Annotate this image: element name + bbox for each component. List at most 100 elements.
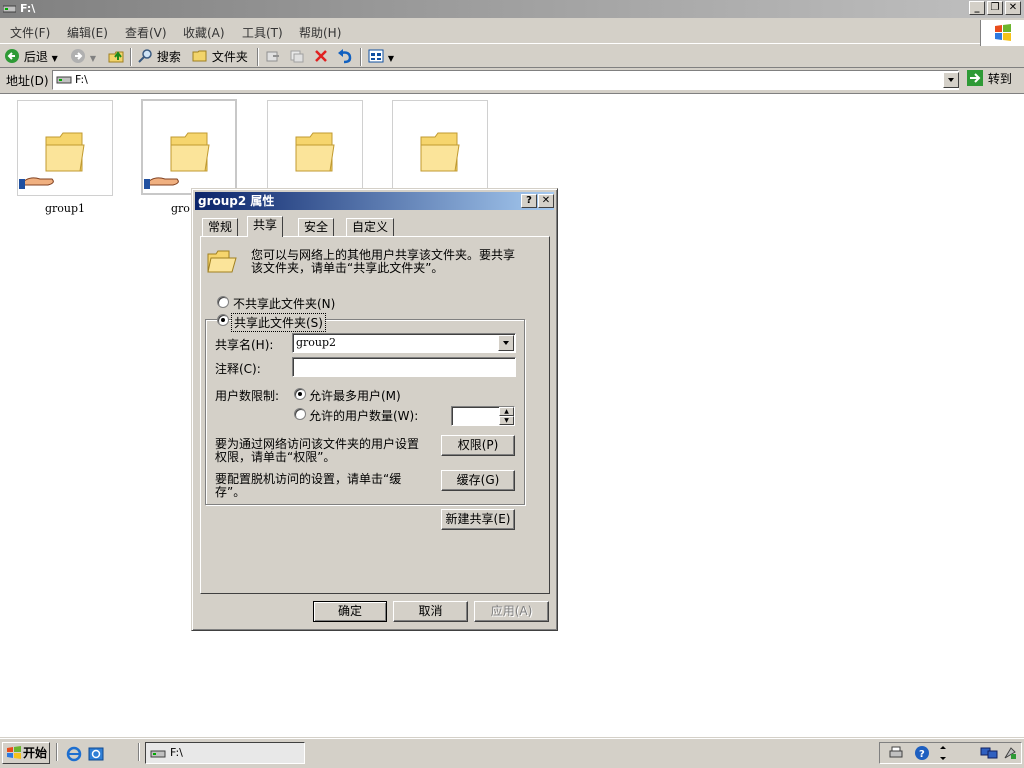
views-dropdown-icon[interactable]: ▼ <box>388 54 394 63</box>
user-limit-label: 用户数限制: <box>215 389 280 403</box>
comment-input[interactable] <box>292 357 516 377</box>
menu-favorites[interactable]: 收藏(A) <box>183 24 225 41</box>
properties-dialog: group2 属性 ? ✕ 常规 共享 安全 自定义 您可以与网络上的其他用户共… <box>191 188 558 631</box>
copy-to-button[interactable] <box>289 47 305 67</box>
close-button[interactable]: ✕ <box>1005 1 1021 15</box>
go-arrow-icon <box>967 70 983 86</box>
task-label: F:\ <box>170 746 183 759</box>
menu-help[interactable]: 帮助(H) <box>299 24 341 41</box>
search-icon <box>138 49 152 63</box>
spinner-down-icon[interactable]: ▼ <box>499 416 514 425</box>
share-label[interactable]: 共享此文件夹(S) <box>231 313 326 332</box>
menu-bar: 文件(F) 编辑(E) 查看(V) 收藏(A) 工具(T) 帮助(H) <box>0 20 1024 44</box>
drive-icon <box>56 76 72 84</box>
network-activity-icon[interactable] <box>1002 745 1018 761</box>
folders-icon <box>192 50 207 62</box>
address-label: 地址(D) <box>6 74 49 88</box>
windows-flag-icon <box>7 746 21 759</box>
max-users-radio[interactable] <box>294 388 306 400</box>
outlook-quicklaunch[interactable] <box>88 746 104 765</box>
dialog-titlebar: group2 属性 ? ✕ <box>195 192 554 210</box>
go-label: 转到 <box>987 72 1012 86</box>
menu-edit[interactable]: 编辑(E) <box>67 24 108 41</box>
system-tray: ? <box>879 742 1022 764</box>
shared-folder-icon <box>143 132 210 189</box>
back-button[interactable]: 后退 ▼ <box>4 47 58 67</box>
new-share-button[interactable]: 新建共享(E) <box>441 509 515 530</box>
go-button[interactable]: 转到 <box>966 69 1012 89</box>
address-dropdown-icon[interactable] <box>943 72 959 88</box>
allowed-users-label[interactable]: 允许的用户数量(W): <box>309 407 418 424</box>
taskbar: 开始 F:\ ? <box>0 738 1024 768</box>
spinner-up-icon[interactable]: ▲ <box>499 407 514 416</box>
comment-label: 注释(C): <box>215 362 261 376</box>
move-to-icon <box>266 51 279 62</box>
minimize-button[interactable]: _ <box>969 1 985 15</box>
folders-button[interactable]: 文件夹 <box>192 47 248 67</box>
windows-flag-icon <box>995 24 1011 41</box>
folder-tile-group2[interactable] <box>141 99 237 195</box>
sharing-panel: 您可以与网络上的其他用户共享该文件夹。要共享 该文件夹，请单击“共享此文件夹”。… <box>200 236 550 594</box>
toolbar-separator <box>360 48 362 66</box>
outlook-express-icon <box>88 747 104 761</box>
folder-icon <box>295 132 335 172</box>
tab-sharing[interactable]: 共享 <box>247 216 284 237</box>
tab-security[interactable]: 安全 <box>298 218 335 236</box>
cancel-button[interactable]: 取消 <box>393 601 468 622</box>
tray-expand-icon[interactable] <box>938 745 948 761</box>
dialog-title: group2 属性 <box>198 194 275 208</box>
undo-icon <box>338 49 352 64</box>
share-name-combo[interactable]: group2 <box>292 333 516 353</box>
help-button[interactable]: ? <box>521 194 537 208</box>
task-button-explorer[interactable]: F:\ <box>145 742 305 764</box>
views-button[interactable]: ▼ <box>368 47 394 67</box>
share-name-label: 共享名(H): <box>215 338 274 352</box>
address-input[interactable]: F:\ <box>52 70 959 90</box>
windows-logo <box>980 20 1024 46</box>
tab-customize[interactable]: 自定义 <box>346 218 395 236</box>
no-share-radio[interactable] <box>217 296 229 308</box>
apply-button[interactable]: 应用(A) <box>474 601 549 622</box>
folder-label: group1 <box>44 202 86 215</box>
taskbar-separator <box>138 743 140 761</box>
share-name-dropdown-icon[interactable] <box>498 335 514 351</box>
menu-file[interactable]: 文件(F) <box>10 24 50 41</box>
help-circle-icon[interactable]: ? <box>914 745 930 761</box>
start-label: 开始 <box>23 746 48 760</box>
ok-button[interactable]: 确定 <box>313 601 387 622</box>
forward-dropdown-icon[interactable]: ▼ <box>90 54 96 63</box>
restore-button[interactable]: ❐ <box>987 1 1003 15</box>
permissions-button[interactable]: 权限(P) <box>441 435 515 456</box>
ie-quicklaunch[interactable] <box>66 746 82 765</box>
shared-folder-icon <box>18 132 85 189</box>
folder-tile-group1[interactable] <box>17 100 113 196</box>
search-button[interactable]: 搜索 <box>137 47 181 67</box>
forward-button[interactable]: ▼ <box>70 47 96 67</box>
undo-button[interactable] <box>336 47 354 67</box>
printer-icon[interactable] <box>888 745 904 761</box>
folder-icon <box>420 132 460 172</box>
back-arrow-icon <box>5 49 19 63</box>
max-users-label[interactable]: 允许最多用户(M) <box>309 387 401 404</box>
dialog-close-button[interactable]: ✕ <box>538 194 554 208</box>
delete-button[interactable] <box>313 47 329 67</box>
tab-general[interactable]: 常规 <box>202 218 239 236</box>
up-folder-button[interactable] <box>107 47 125 67</box>
folder-tile[interactable] <box>267 100 363 196</box>
move-to-button[interactable] <box>265 47 281 67</box>
network-icon[interactable] <box>980 745 998 761</box>
svg-text:?: ? <box>919 749 925 760</box>
delete-x-icon <box>315 50 327 62</box>
caching-button[interactable]: 缓存(G) <box>441 470 515 491</box>
back-dropdown-icon[interactable]: ▼ <box>52 54 58 63</box>
drive-icon <box>3 5 16 13</box>
share-radio[interactable] <box>217 314 229 326</box>
folder-tile[interactable] <box>392 100 488 196</box>
allowed-users-radio[interactable] <box>294 408 306 420</box>
intro-text-line2: 该文件夹，请单击“共享此文件夹”。 <box>251 261 444 275</box>
menu-tools[interactable]: 工具(T) <box>242 24 283 41</box>
menu-view[interactable]: 查看(V) <box>125 24 167 41</box>
start-button[interactable]: 开始 <box>2 742 50 764</box>
permissions-text-line2: 权限，请单击“权限”。 <box>215 450 336 464</box>
no-share-label[interactable]: 不共享此文件夹(N) <box>233 295 335 312</box>
